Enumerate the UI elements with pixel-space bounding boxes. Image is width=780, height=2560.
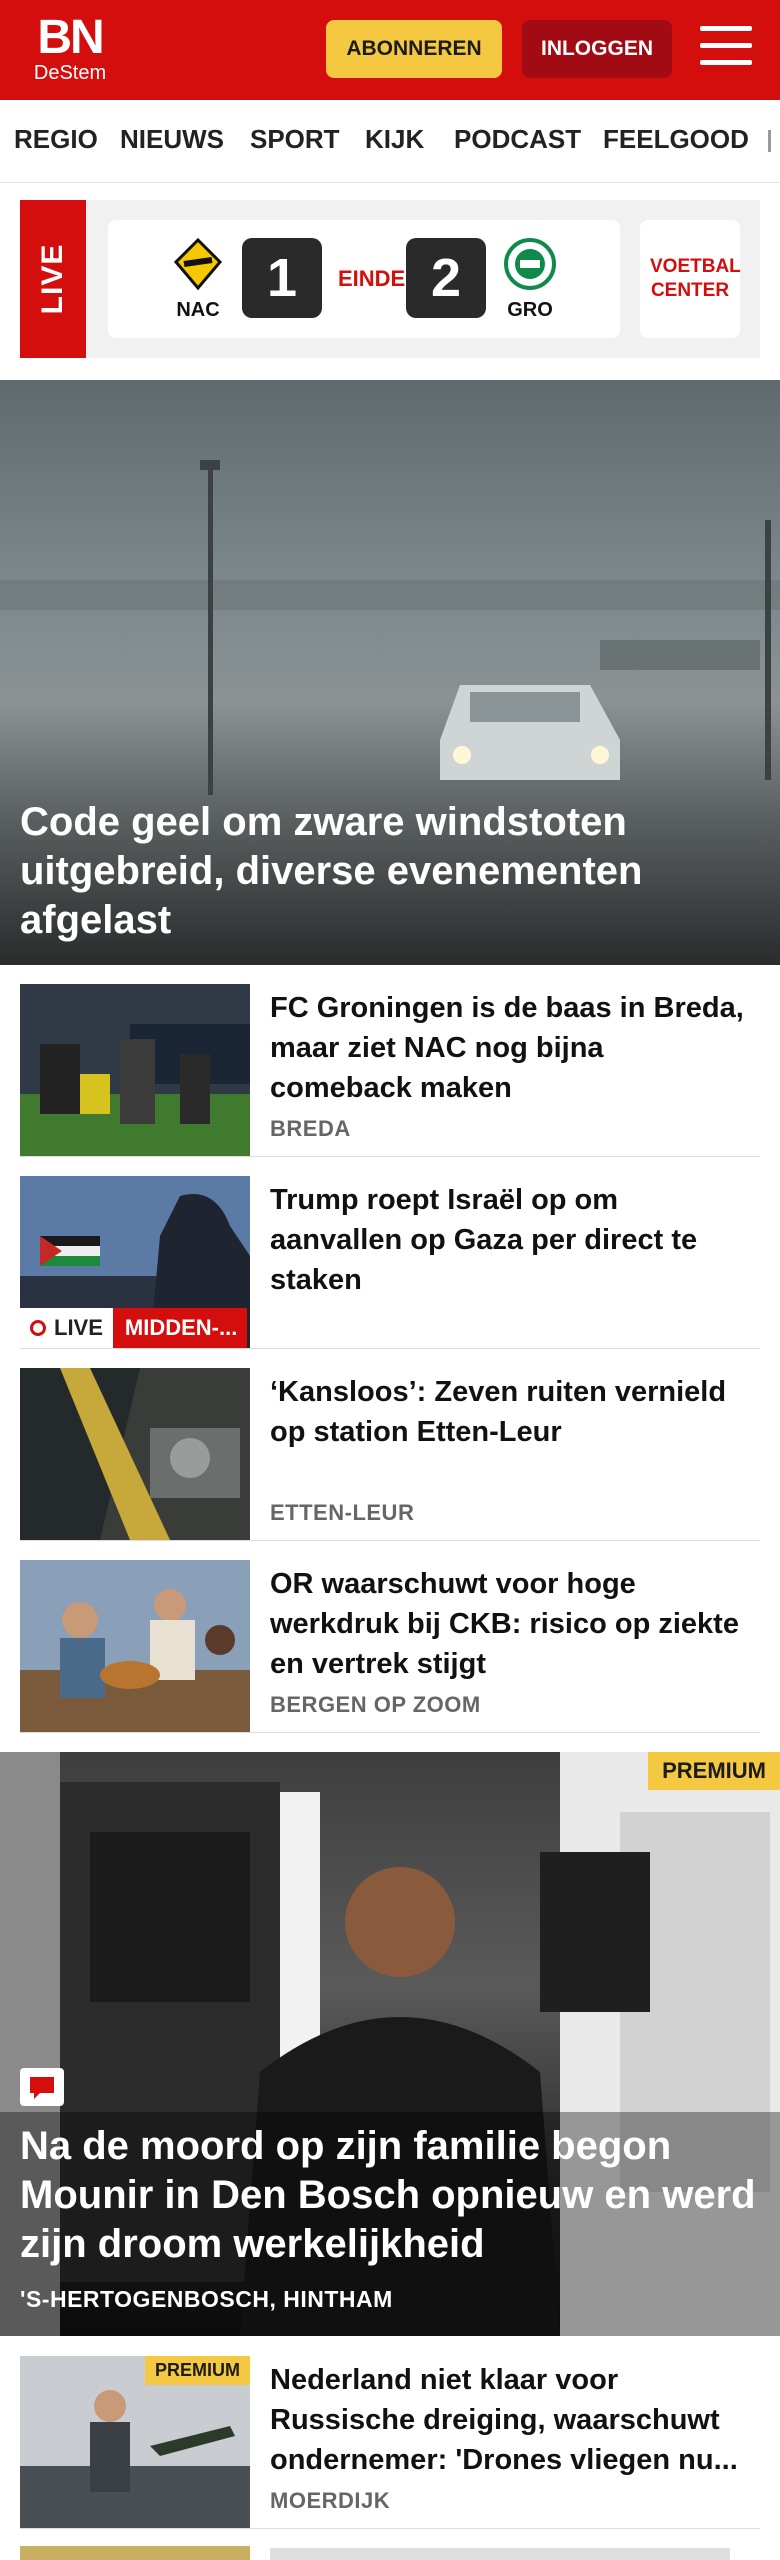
nav-item-feelgood[interactable]: FEELGOOD bbox=[603, 124, 749, 155]
bn-destem-logo[interactable]: BN DeStem bbox=[30, 14, 110, 86]
away-team-name: GRO bbox=[507, 299, 553, 321]
logo-subtext: DeStem bbox=[33, 62, 107, 84]
live-indicator: LIVE bbox=[20, 1308, 113, 1348]
article-item[interactable]: LIVE MIDDEN-... Trump roept Israël op om… bbox=[20, 1176, 760, 1349]
fc-groningen-logo-icon bbox=[504, 238, 556, 290]
premium-badge: PREMIUM bbox=[145, 2356, 250, 2385]
logo-text: BN bbox=[37, 11, 104, 64]
nav-item-nieuws[interactable]: NIEUWS bbox=[120, 124, 224, 155]
away-team: GRO bbox=[500, 238, 560, 322]
nav-item-podcast[interactable]: PODCAST bbox=[454, 124, 581, 155]
topic-label: MIDDEN-... bbox=[112, 1308, 247, 1348]
voetbal-center-button[interactable]: VOETBAL CENTER bbox=[640, 220, 741, 338]
nav-item-sport[interactable]: SPORT bbox=[250, 124, 340, 155]
article-item[interactable]: OR waarschuwt voor hoge werkdruk bij CKB… bbox=[20, 1560, 760, 1733]
article-thumbnail: LIVE MIDDEN-... bbox=[20, 1176, 250, 1348]
article-thumbnail bbox=[20, 1560, 250, 1732]
hero-title: Code geel om zware windstoten uitgebreid… bbox=[20, 800, 643, 942]
article-thumbnail: PREMIUM bbox=[20, 2356, 250, 2528]
nac-logo-icon bbox=[173, 237, 223, 291]
section-nav: REGIO NIEUWS SPORT KIJK PODCAST FEELGOOD bbox=[0, 100, 780, 183]
site-header: BN DeStem ABONNEREN INLOGGEN bbox=[0, 0, 780, 100]
article-location: BREDA bbox=[270, 1116, 351, 1141]
article-title: OR waarschuwt voor hoge werkdruk bij CKB… bbox=[270, 1568, 739, 1680]
article-thumbnail bbox=[20, 984, 250, 1156]
login-button[interactable]: INLOGGEN bbox=[522, 20, 672, 78]
nav-item-regio[interactable]: REGIO bbox=[14, 124, 98, 155]
hero-article[interactable]: Code geel om zware windstoten uitgebreid… bbox=[0, 380, 780, 965]
away-score: 2 bbox=[406, 238, 486, 318]
nav-item-kijk[interactable]: KIJK bbox=[365, 124, 424, 155]
article-location: BERGEN OP ZOOM bbox=[270, 1692, 481, 1717]
article-item[interactable]: PREMIUM Nederland niet klaar voor Russis… bbox=[20, 2356, 760, 2529]
live-tag: LIVE bbox=[20, 200, 86, 358]
home-team: NAC bbox=[168, 237, 228, 322]
subscribe-button[interactable]: ABONNEREN bbox=[326, 20, 502, 78]
match-status: EINDE bbox=[338, 266, 406, 291]
article-title: FC Groningen is de baas in Breda, maar z… bbox=[270, 992, 744, 1104]
article-item[interactable]: ‘Kansloos’: Zeven ruiten vernield op sta… bbox=[20, 1368, 760, 1541]
article-location: ETTEN-LEUR bbox=[270, 1500, 415, 1525]
home-score: 1 bbox=[242, 238, 322, 318]
hamburger-menu-icon[interactable] bbox=[700, 26, 752, 72]
article-title: ‘Kansloos’: Zeven ruiten vernield op sta… bbox=[270, 1376, 727, 1448]
live-score-widget: LIVE NAC 1 EINDE 2 GRO VOETBAL CENTER bbox=[20, 200, 760, 358]
feature-article[interactable]: PREMIUM Na de moord op zijn familie bego… bbox=[0, 1752, 780, 2336]
feature-location: 'S-HERTOGENBOSCH, HINTHAM bbox=[20, 2286, 393, 2312]
feature-title: Na de moord op zijn familie begon Mounir… bbox=[20, 2124, 756, 2266]
nav-overflow-hint bbox=[768, 130, 771, 152]
live-badge: LIVE MIDDEN-... bbox=[20, 1308, 247, 1348]
article-location: MOERDIJK bbox=[270, 2488, 391, 2513]
article-thumbnail bbox=[20, 1368, 250, 1540]
live-dot-icon bbox=[30, 1320, 46, 1336]
comment-icon bbox=[20, 2068, 64, 2106]
premium-badge: PREMIUM bbox=[648, 1752, 780, 1790]
article-title: Nederland niet klaar voor Russische drei… bbox=[270, 2364, 738, 2476]
home-team-name: NAC bbox=[176, 299, 220, 321]
match-score-card[interactable]: NAC 1 EINDE 2 GRO bbox=[108, 220, 620, 338]
next-article-thumbnail-partial bbox=[20, 2546, 250, 2560]
next-article-title-partial bbox=[270, 2548, 730, 2560]
article-title: Trump roept Israël op om aanvallen op Ga… bbox=[270, 1184, 698, 1296]
article-item[interactable]: FC Groningen is de baas in Breda, maar z… bbox=[20, 984, 760, 1157]
